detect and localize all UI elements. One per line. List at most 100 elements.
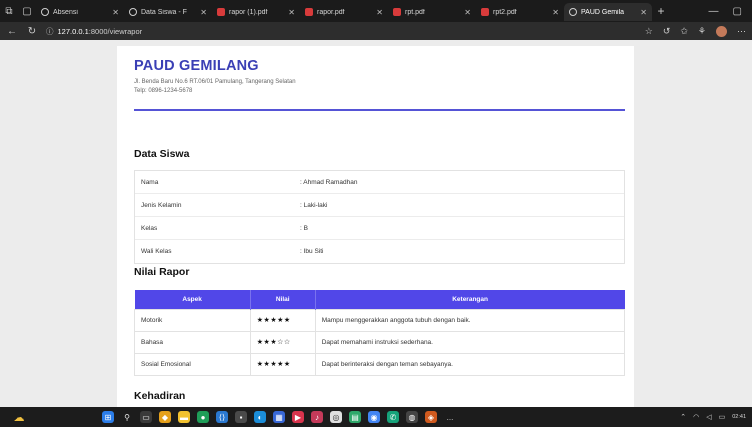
globe-icon: [129, 8, 137, 16]
table-row: Wali Kelas : Ibu Siti: [135, 240, 624, 263]
tab-rpt2-pdf[interactable]: rpt2.pdf ✕: [476, 3, 564, 21]
app-icon[interactable]: ♪: [311, 411, 323, 423]
taskbar-apps: ⊞ ⚲ ▭ ◆ ▬ ● ⟨⟩ ▪ ◐ ▦ ▶ ♪ ◎ ▤ ◉ ✆ ◍ ◈ ...: [102, 411, 456, 423]
system-tray: ⌃ ◠ ◁ ▭ 02:41: [680, 413, 752, 422]
grade-note: Dapat memahami instruksi sederhana.: [314, 330, 626, 354]
info-value: : Laki-laki: [300, 201, 328, 209]
maximize-icon[interactable]: ▢: [733, 6, 742, 17]
back-icon[interactable]: ←: [6, 26, 18, 37]
vscode-icon[interactable]: ⟨⟩: [216, 411, 228, 423]
grade-aspect: Sosial Emosional: [134, 352, 251, 376]
minimize-icon[interactable]: —: [709, 6, 719, 17]
browser-tab-strip: ⧉ ▢ Absensi ✕ Data Siswa - F ✕ rapor (1)…: [0, 0, 752, 22]
close-icon[interactable]: ✕: [552, 8, 559, 17]
grade-aspect: Motorik: [134, 308, 251, 332]
student-data-heading: Data Siswa: [134, 148, 190, 160]
info-label: Kelas: [141, 224, 158, 232]
refresh-page-icon[interactable]: ↺: [663, 26, 671, 37]
pdf-icon: [305, 8, 313, 16]
chevron-up-icon[interactable]: ⌃: [680, 413, 686, 421]
favorites-icon[interactable]: ✩: [680, 26, 688, 37]
workspaces-icon[interactable]: ⧉: [0, 0, 18, 22]
browser-icon[interactable]: ◉: [368, 411, 380, 423]
table-row: Bahasa ★★★☆☆ Dapat memahami instruksi se…: [134, 330, 626, 354]
pdf-icon: [217, 8, 225, 16]
extensions-icon[interactable]: ⚘: [698, 26, 706, 37]
url-field[interactable]: ⓘ 127.0.0.1:8000/viewrapor: [46, 24, 637, 38]
tab-paud-gemilang[interactable]: PAUD Gemila ✕: [564, 3, 652, 21]
chat-icon[interactable]: ●: [197, 411, 209, 423]
column-header-aspek: Aspek: [134, 290, 251, 309]
grade-note: Mampu menggerakkan anggota tubuh dengan …: [314, 308, 626, 332]
volume-icon[interactable]: ◁: [706, 413, 711, 421]
star-rating: ★★★★★: [249, 308, 316, 332]
tab-rapor-pdf[interactable]: rapor.pdf ✕: [300, 3, 388, 21]
info-icon[interactable]: ⓘ: [46, 26, 54, 37]
browser-toolbar: ☆ ↺ ✩ ⚘ ⋯: [645, 25, 746, 37]
reload-icon[interactable]: ↻: [26, 26, 38, 37]
start-icon[interactable]: ⊞: [102, 411, 114, 423]
tab-rapor-1-pdf[interactable]: rapor (1).pdf ✕: [212, 3, 300, 21]
table-row: Motorik ★★★★★ Mampu menggerakkan anggota…: [134, 308, 626, 332]
favorite-star-icon[interactable]: ☆: [645, 26, 653, 37]
whatsapp-icon[interactable]: ✆: [387, 411, 399, 423]
close-icon[interactable]: ✕: [640, 8, 647, 17]
address-bar: ← ↻ ⓘ 127.0.0.1:8000/viewrapor ☆ ↺ ✩ ⚘ ⋯: [0, 22, 752, 40]
more-apps[interactable]: ...: [444, 411, 456, 423]
page-viewport: PAUD GEMILANG Jl. Benda Baru No.6 RT.06/…: [0, 40, 752, 407]
app-icon[interactable]: ◈: [425, 411, 437, 423]
tab-actions-icon[interactable]: ▢: [18, 0, 36, 22]
edge-icon[interactable]: ◐: [254, 411, 266, 423]
wifi-icon[interactable]: ◠: [693, 413, 699, 421]
info-value: : B: [300, 224, 308, 232]
attendance-heading: Kehadiran: [134, 390, 186, 402]
url-path: :8000/viewrapor: [88, 26, 143, 36]
profile-avatar[interactable]: [716, 25, 727, 37]
close-icon[interactable]: ✕: [288, 8, 295, 17]
window-controls: — ▢: [709, 6, 752, 17]
table-row: Nama : Ahmad Ramadhan: [135, 171, 624, 194]
youtube-icon[interactable]: ▶: [292, 411, 304, 423]
store-icon[interactable]: ▦: [273, 411, 285, 423]
close-icon[interactable]: ✕: [200, 8, 207, 17]
table-row: Jenis Kelamin : Laki-laki: [135, 194, 624, 217]
school-name: PAUD GEMILANG: [134, 58, 259, 74]
close-icon[interactable]: ✕: [376, 8, 383, 17]
globe-icon: [41, 8, 49, 16]
grade-note: Dapat berinteraksi dengan teman sebayany…: [314, 352, 626, 376]
tab-data-siswa[interactable]: Data Siswa - F ✕: [124, 3, 212, 21]
battery-icon[interactable]: ▭: [719, 413, 726, 421]
grade-aspect: Bahasa: [134, 330, 251, 354]
close-icon[interactable]: ✕: [464, 8, 471, 17]
photos-icon[interactable]: ◍: [406, 411, 418, 423]
clock-time: 02:41: [732, 413, 746, 420]
star-rating: ★★★★★: [249, 352, 316, 376]
table-row: Kelas : B: [135, 217, 624, 240]
column-header-keterangan: Keterangan: [315, 290, 625, 309]
chrome-icon[interactable]: ◎: [330, 411, 342, 423]
grades-table: Aspek Nilai Keterangan Motorik ★★★★★ Mam…: [134, 290, 626, 376]
url-host: 127.0.0.1: [57, 26, 89, 36]
file-explorer-icon[interactable]: ▬: [178, 411, 190, 423]
more-menu-icon[interactable]: ⋯: [737, 26, 746, 37]
task-view-icon[interactable]: ▭: [140, 411, 152, 423]
spreadsheet-icon[interactable]: ▤: [349, 411, 361, 423]
tab-rpt-pdf[interactable]: rpt.pdf ✕: [388, 3, 476, 21]
star-rating: ★★★☆☆: [249, 330, 316, 354]
clock[interactable]: 02:41: [732, 414, 746, 421]
info-label: Jenis Kelamin: [141, 201, 182, 209]
school-phone: Telp: 0896-1234-5678: [134, 88, 193, 94]
grades-header-row: Aspek Nilai Keterangan: [134, 290, 625, 309]
terminal-icon[interactable]: ▪: [235, 411, 247, 423]
globe-icon: [569, 8, 577, 16]
close-icon[interactable]: ✕: [112, 8, 119, 17]
weather-icon[interactable]: ☁: [6, 411, 32, 424]
search-icon[interactable]: ⚲: [121, 411, 133, 423]
widgets-icon[interactable]: ◆: [159, 411, 171, 423]
info-value: : Ibu Siti: [300, 248, 324, 255]
student-info-table: Nama : Ahmad Ramadhan Jenis Kelamin : La…: [134, 170, 625, 264]
report-document: PAUD GEMILANG Jl. Benda Baru No.6 RT.06/…: [117, 46, 634, 407]
new-tab-icon[interactable]: +: [652, 4, 670, 18]
tab-absensi[interactable]: Absensi ✕: [36, 3, 124, 21]
header-divider: [134, 109, 625, 111]
